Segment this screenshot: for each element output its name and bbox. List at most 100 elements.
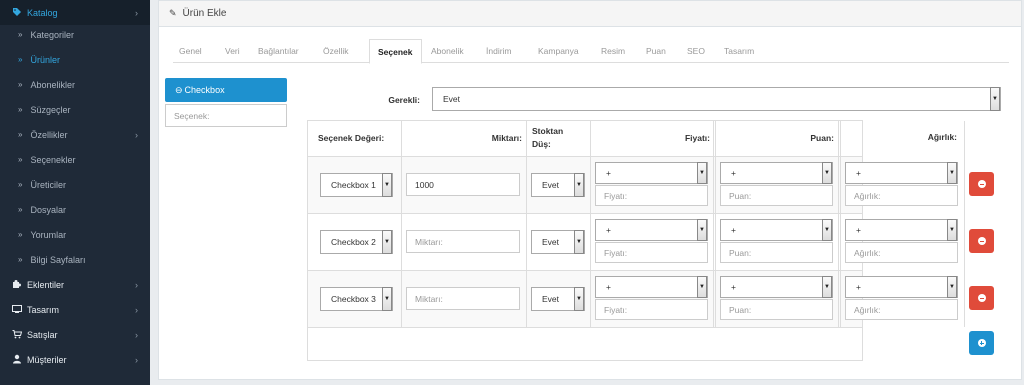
points-prefix-value: +: [731, 168, 736, 178]
chevron-right-icon: ›: [135, 329, 138, 340]
caret-down-icon: ▼: [574, 230, 584, 254]
weight-prefix-select[interactable]: + ▼: [845, 276, 958, 298]
raquo-icon: »: [18, 180, 23, 189]
required-select[interactable]: Evet ▼: [432, 87, 1001, 111]
sidebar-item-secenekler[interactable]: » Seçenekler: [0, 147, 150, 172]
divider: [308, 270, 862, 271]
header-quantity: Miktarı:: [491, 133, 522, 143]
weight-input[interactable]: Ağırlık:: [845, 185, 958, 206]
quantity-input[interactable]: Miktarı:: [406, 230, 520, 253]
sidebar-item-suzgecler[interactable]: » Süzgeçler: [0, 97, 150, 122]
weight-input[interactable]: Ağırlık:: [845, 242, 958, 263]
option-value-select[interactable]: Checkbox 3 ▼: [320, 287, 393, 311]
sidebar-item-dosyalar[interactable]: » Dosyalar: [0, 197, 150, 222]
sidebar-item-tasarim[interactable]: Tasarım ›: [0, 297, 150, 322]
caret-down-icon: ▼: [697, 276, 707, 298]
tag-icon: [12, 7, 24, 19]
caret-down-icon: ▼: [990, 87, 1000, 111]
tab-tasarim[interactable]: Tasarım: [724, 39, 754, 63]
caret-down-icon: ▼: [382, 230, 392, 254]
sidebar-item-ureticiler[interactable]: » Üreticiler: [0, 172, 150, 197]
sidebar-item-yorumlar[interactable]: » Yorumlar: [0, 222, 150, 247]
sidebar-item-urunler[interactable]: » Ürünler: [0, 47, 150, 72]
remove-row-button[interactable]: [969, 172, 994, 196]
points-input[interactable]: Puan:: [720, 242, 833, 263]
tab-secenek[interactable]: Seçenek: [369, 39, 422, 64]
sidebar-item-ozellikler[interactable]: » Özellikler ›: [0, 122, 150, 147]
pencil-icon: ✎: [169, 8, 177, 18]
subtract-select[interactable]: Evet ▼: [531, 230, 585, 254]
option-value-select[interactable]: Checkbox 2 ▼: [320, 230, 393, 254]
option-value-select[interactable]: Checkbox 1 ▼: [320, 173, 393, 197]
caret-down-icon: ▼: [822, 276, 832, 298]
tab-seo[interactable]: SEO: [687, 39, 705, 63]
cart-icon: [12, 329, 24, 341]
minus-circle-icon[interactable]: ⊖: [175, 85, 183, 96]
weight-input[interactable]: Ağırlık:: [845, 299, 958, 320]
subtract-select[interactable]: Evet ▼: [531, 287, 585, 311]
weight-prefix-value: +: [856, 282, 861, 292]
sidebar-item-bilgi-sayfalari[interactable]: » Bilgi Sayfaları: [0, 247, 150, 272]
tab-kampanya[interactable]: Kampanya: [538, 39, 579, 63]
sidebar-item-musteriler[interactable]: Müşteriler ›: [0, 347, 150, 372]
price-prefix-value: +: [606, 282, 611, 292]
caret-down-icon: ▼: [574, 173, 584, 197]
raquo-icon: »: [18, 130, 23, 139]
price-prefix-value: +: [606, 168, 611, 178]
divider: [964, 121, 965, 327]
raquo-icon: »: [18, 255, 23, 264]
tab-ozellik[interactable]: Özellik: [323, 39, 349, 63]
caret-down-icon: ▼: [697, 219, 707, 241]
points-prefix-select[interactable]: + ▼: [720, 276, 833, 298]
remove-row-button[interactable]: [969, 286, 994, 310]
sidebar-item-label: Seçenekler: [30, 154, 76, 165]
points-prefix-value: +: [731, 282, 736, 292]
tab-indirim[interactable]: İndirim: [486, 39, 512, 63]
user-icon: [12, 354, 24, 366]
tab-baglantilar[interactable]: Bağlantılar: [258, 39, 299, 63]
price-input[interactable]: Fiyatı:: [595, 185, 708, 206]
points-input[interactable]: Puan:: [720, 299, 833, 320]
add-option-value-button[interactable]: [969, 331, 994, 355]
option-value-text: Checkbox 2: [331, 237, 376, 247]
tab-resim[interactable]: Resim: [601, 39, 625, 63]
price-input[interactable]: Fiyatı:: [595, 299, 708, 320]
raquo-icon: »: [18, 230, 23, 239]
divider: [308, 327, 862, 328]
caret-down-icon: ▼: [947, 276, 957, 298]
price-prefix-select[interactable]: + ▼: [595, 276, 708, 298]
tab-abonelik[interactable]: Abonelik: [431, 39, 464, 63]
weight-prefix-select[interactable]: + ▼: [845, 219, 958, 241]
raquo-icon: »: [18, 80, 23, 89]
sidebar-item-satislar[interactable]: Satışlar ›: [0, 322, 150, 347]
remove-row-button[interactable]: [969, 229, 994, 253]
sidebar-item-kategoriler[interactable]: » Kategoriler: [0, 22, 150, 47]
points-prefix-select[interactable]: + ▼: [720, 162, 833, 184]
option-item-checkbox[interactable]: ⊖ Checkbox: [165, 78, 287, 102]
points-prefix-select[interactable]: + ▼: [720, 219, 833, 241]
weight-prefix-select[interactable]: + ▼: [845, 162, 958, 184]
option-search-input[interactable]: Seçenek:: [165, 104, 287, 127]
sidebar: Katalog › » Kategoriler » Ürünler » Aboneli…: [0, 0, 150, 385]
subtract-select[interactable]: Evet ▼: [531, 173, 585, 197]
header-weight-col: Ağırlık:: [927, 132, 957, 142]
price-prefix-select[interactable]: + ▼: [595, 219, 708, 241]
subtract-value: Evet: [542, 180, 560, 190]
tab-genel[interactable]: Genel: [179, 39, 202, 63]
sidebar-item-abonelikler[interactable]: » Abonelikler: [0, 72, 150, 97]
price-prefix-select[interactable]: + ▼: [595, 162, 708, 184]
quantity-input[interactable]: Miktarı:: [406, 287, 520, 310]
points-input[interactable]: Puan:: [720, 185, 833, 206]
option-item-label: Checkbox: [184, 85, 225, 95]
quantity-input[interactable]: 1000: [406, 173, 520, 196]
price-input[interactable]: Fiyatı:: [595, 242, 708, 263]
divider: [308, 213, 862, 214]
sidebar-item-label: Üreticiler: [30, 179, 66, 190]
sidebar-item-label: Tasarım: [27, 304, 60, 315]
sidebar-item-eklentiler[interactable]: Eklentiler ›: [0, 272, 150, 297]
sidebar-item-label: Bilgi Sayfaları: [30, 254, 86, 265]
caret-down-icon: ▼: [822, 219, 832, 241]
tab-puan[interactable]: Puan: [646, 39, 666, 63]
points-prefix-value: +: [731, 225, 736, 235]
tab-veri[interactable]: Veri: [225, 39, 240, 63]
